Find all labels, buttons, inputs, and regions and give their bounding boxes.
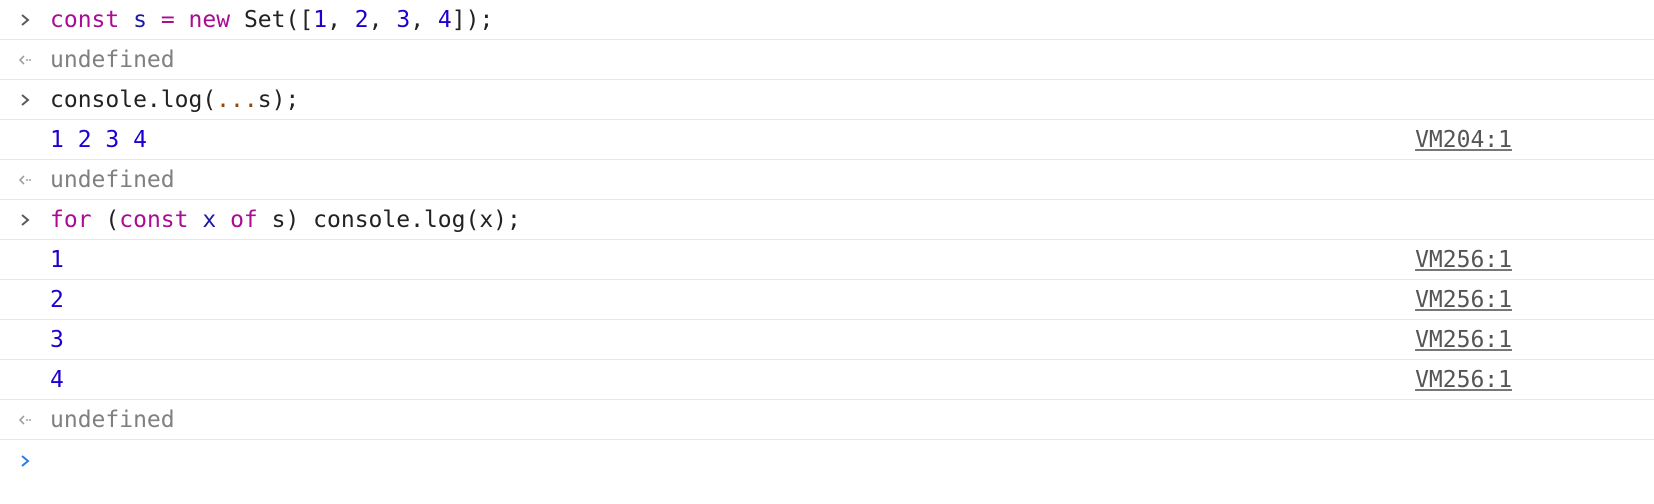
number-token: 1 (313, 7, 328, 33)
devtools-console: const s = new Set([1, 2, 3, 4]); undefin… (0, 0, 1654, 504)
punctuation-token: , (410, 7, 438, 33)
operator-token: = (160, 7, 175, 33)
identifier-token: console.log( (50, 87, 217, 113)
result-value: undefined (50, 407, 175, 433)
keyword-token: of (230, 207, 258, 233)
log-message: 2 (50, 287, 64, 313)
console-log-entry: 4 VM256:1 (0, 360, 1654, 400)
console-input-entry[interactable]: console.log(...s); (0, 80, 1654, 120)
identifier-token: s (133, 7, 147, 33)
source-link[interactable]: VM256:1 (1415, 280, 1512, 320)
console-log-entry: 2 VM256:1 (0, 280, 1654, 320)
result-value: undefined (50, 167, 175, 193)
log-message: 1 2 3 4 (50, 127, 147, 153)
identifier-token: x (202, 207, 217, 233)
punctuation-token: ( (91, 207, 120, 233)
console-input-entry[interactable]: for (const x of s) console.log(x); (0, 200, 1654, 240)
chevron-right-icon (14, 80, 36, 120)
punctuation-token: , (327, 7, 355, 33)
log-message: 1 (50, 247, 64, 273)
source-link[interactable]: VM256:1 (1415, 240, 1512, 280)
input-code: for (const x of s) console.log(x); (50, 200, 521, 240)
number-token: 3 (396, 7, 411, 33)
console-log-entry: 1 VM256:1 (0, 240, 1654, 280)
chevron-right-icon (14, 0, 36, 40)
punctuation-token: ]); (451, 7, 494, 33)
identifier-token: s) console.log(x); (257, 207, 521, 233)
log-message: 3 (50, 327, 64, 353)
spread-token: ... (216, 87, 258, 113)
identifier-token: Set (243, 7, 286, 33)
log-message: 4 (50, 367, 64, 393)
input-code: console.log(...s); (50, 80, 299, 120)
source-link[interactable]: VM256:1 (1415, 360, 1512, 400)
punctuation-token: ([ (285, 7, 314, 33)
console-result-entry: undefined (0, 40, 1654, 80)
number-token: 2 (354, 7, 369, 33)
keyword-token: for (50, 207, 92, 233)
identifier-token: s); (257, 87, 300, 113)
console-prompt[interactable] (0, 440, 1654, 482)
return-arrow-icon (14, 40, 36, 80)
console-result-entry: undefined (0, 160, 1654, 200)
number-token: 4 (437, 7, 452, 33)
console-result-entry: undefined (0, 400, 1654, 440)
keyword-token: const (119, 207, 189, 233)
input-code: const s = new Set([1, 2, 3, 4]); (50, 0, 493, 40)
punctuation-token: , (368, 7, 397, 33)
chevron-right-icon (14, 200, 36, 240)
source-link[interactable]: VM256:1 (1415, 320, 1512, 360)
console-input-entry[interactable]: const s = new Set([1, 2, 3, 4]); (0, 0, 1654, 40)
chevron-right-icon (14, 440, 36, 482)
result-value: undefined (50, 47, 175, 73)
console-prompt-input[interactable] (50, 440, 1550, 482)
return-arrow-icon (14, 160, 36, 200)
source-link[interactable]: VM204:1 (1415, 120, 1512, 160)
keyword-token: const (50, 7, 120, 33)
console-log-entry: 3 VM256:1 (0, 320, 1654, 360)
keyword-token: new (188, 7, 231, 33)
return-arrow-icon (14, 400, 36, 440)
console-log-entry: 1 2 3 4 VM204:1 (0, 120, 1654, 160)
